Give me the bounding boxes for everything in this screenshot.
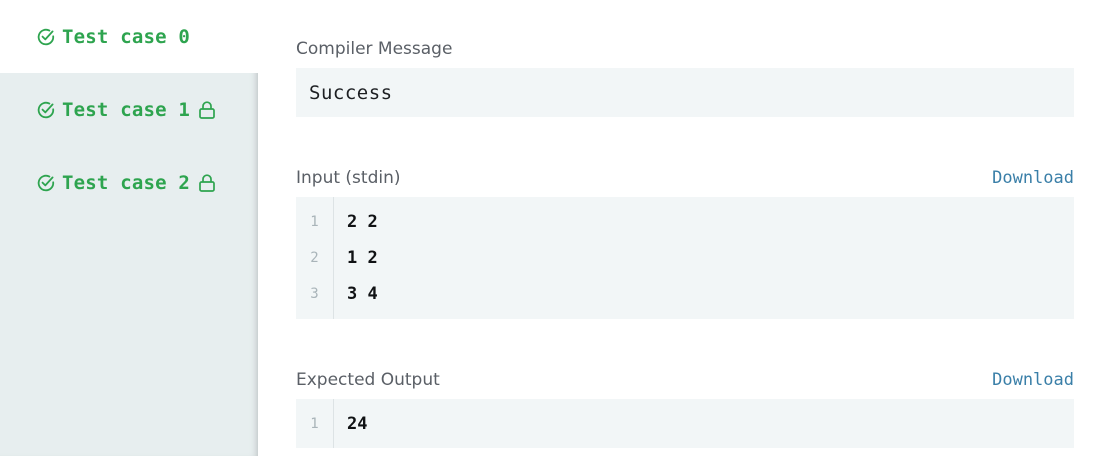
compiler-message-title: Compiler Message — [296, 39, 453, 59]
expected-output-title: Expected Output — [296, 370, 440, 390]
expected-output-download-link[interactable]: Download — [992, 370, 1074, 390]
line-content: 1 2 — [347, 248, 378, 268]
compiler-message-text: Success — [309, 81, 393, 104]
line-number: 1 — [310, 214, 319, 230]
tab-test-case-1[interactable]: Test case 1 — [0, 73, 258, 146]
code-line: 3 3 4 — [296, 276, 1074, 312]
lock-icon — [199, 100, 215, 119]
line-content: 3 4 — [347, 284, 378, 304]
tab-test-case-2[interactable]: Test case 2 — [0, 146, 258, 219]
line-content: 24 — [347, 414, 368, 434]
tab-label: Test case 0 — [62, 25, 191, 48]
tab-test-case-0[interactable]: Test case 0 — [0, 0, 258, 73]
check-circle-icon — [37, 174, 55, 191]
code-line: 2 1 2 — [296, 240, 1074, 276]
code-line: 1 2 2 — [296, 204, 1074, 240]
tab-label: Test case 1 — [62, 98, 191, 121]
check-circle-icon — [37, 101, 55, 118]
test-results-panel: Test case 0 Test case 1 Test case 2 Comp… — [0, 0, 1099, 456]
line-content: 2 2 — [347, 212, 378, 232]
compiler-message-box: Success — [296, 68, 1074, 117]
test-case-sidebar: Test case 0 Test case 1 Test case 2 — [0, 0, 258, 456]
tab-label: Test case 2 — [62, 171, 191, 194]
input-title: Input (stdin) — [296, 168, 401, 188]
line-number: 3 — [310, 286, 319, 302]
check-circle-icon — [37, 28, 55, 45]
input-download-link[interactable]: Download — [992, 168, 1074, 188]
expected-output-code-box: 1 24 — [296, 399, 1074, 448]
code-line: 1 24 — [296, 406, 1074, 442]
input-code-box: 1 2 2 2 1 2 3 3 4 — [296, 197, 1074, 319]
line-number: 2 — [310, 250, 319, 266]
line-number: 1 — [310, 416, 319, 432]
lock-icon — [199, 173, 215, 192]
